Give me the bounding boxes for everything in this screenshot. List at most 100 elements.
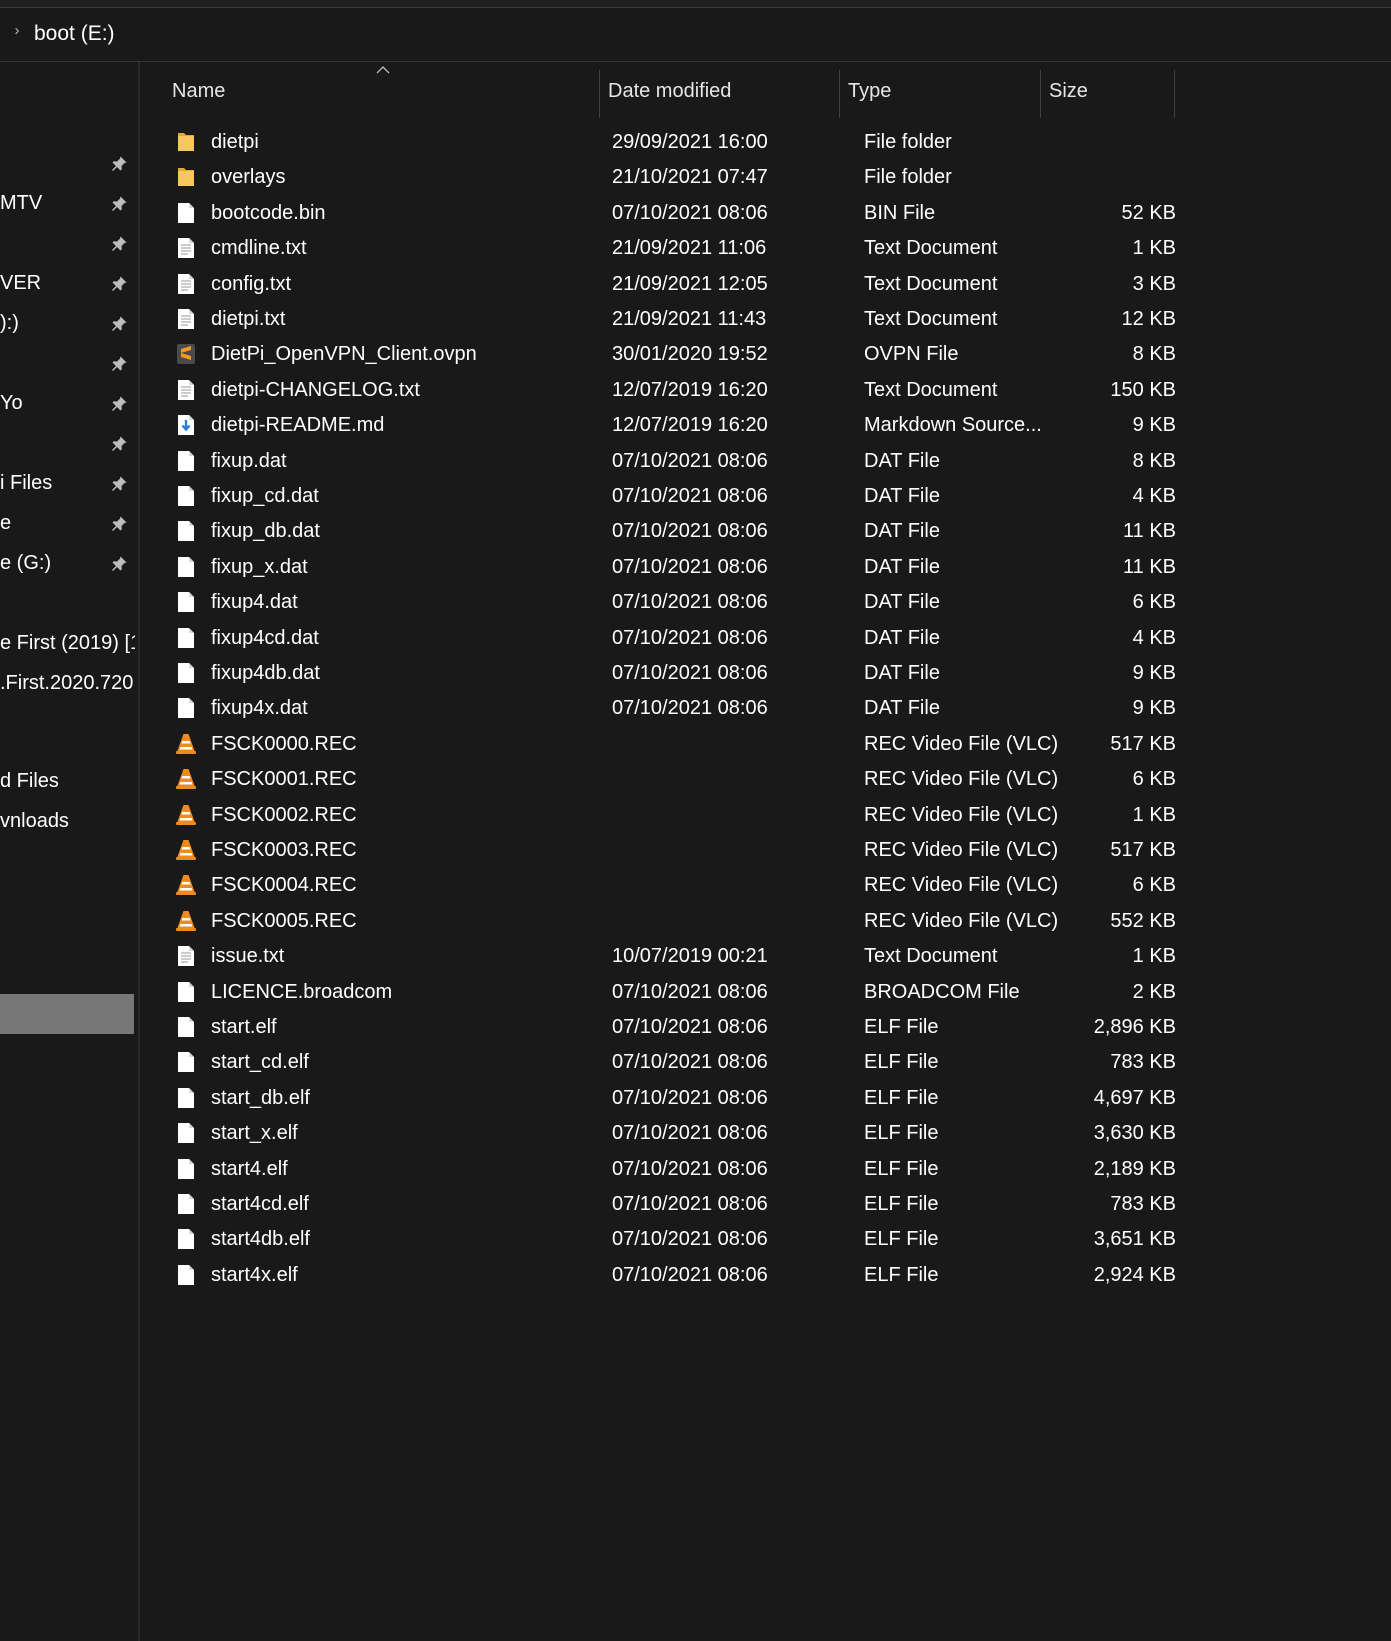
file-size: 783 KB [1110, 1193, 1176, 1215]
sidebar-item[interactable]: ):) [0, 306, 135, 342]
file-row[interactable]: FSCK0004.REC REC Video File (VLC) 6 KB [164, 867, 1176, 904]
column-divider[interactable] [599, 70, 600, 118]
file-row[interactable]: start4x.elf 07/10/2021 08:06 ELF File 2,924… [164, 1257, 1176, 1294]
file-row[interactable]: start4db.elf 07/10/2021 08:06 ELF File 3,65… [164, 1221, 1176, 1258]
sidebar-item[interactable]: VER [0, 266, 135, 302]
file-row[interactable]: fixup_x.dat 07/10/2021 08:06 DAT File 11 KB [164, 549, 1176, 586]
file-row[interactable]: DietPi_OpenVPN_Client.ovpn 30/01/2020 19:… [164, 336, 1176, 373]
pin-icon[interactable] [109, 314, 129, 334]
file-size: 1 KB [1132, 237, 1176, 260]
sidebar-item[interactable] [0, 426, 135, 462]
file-type: DAT File [864, 449, 940, 472]
file-row[interactable]: fixup.dat 07/10/2021 08:06 DAT File 8 KB [164, 443, 1176, 480]
sidebar-item[interactable] [0, 146, 135, 182]
file-icon [174, 1050, 198, 1074]
pin-icon[interactable] [109, 354, 129, 374]
sidebar-item[interactable]: e (G:) [0, 546, 135, 582]
file-row[interactable]: FSCK0002.REC REC Video File (VLC) 1 KB [164, 797, 1176, 834]
pin-icon[interactable] [109, 154, 129, 174]
text-file-icon [174, 944, 198, 968]
sidebar-item[interactable]: e First (2019) [1 [0, 626, 135, 662]
breadcrumb-drive[interactable]: boot (E:) [34, 22, 115, 46]
file-row[interactable]: start_x.elf 07/10/2021 08:06 ELF File 3,630… [164, 1115, 1176, 1152]
column-divider[interactable] [1040, 70, 1041, 118]
file-date-modified: 29/09/2021 16:00 [612, 131, 768, 153]
file-row[interactable]: LICENCE.broadcom 07/10/2021 08:06 BROADCOM… [164, 974, 1176, 1011]
file-row[interactable]: start4cd.elf 07/10/2021 08:06 ELF File 783 … [164, 1186, 1176, 1223]
file-row[interactable]: start.elf 07/10/2021 08:06 ELF File 2,896 K… [164, 1009, 1176, 1046]
file-date-modified: 21/09/2021 11:06 [612, 237, 767, 260]
file-row[interactable]: dietpi 29/09/2021 16:00 File folder [164, 124, 1164, 161]
file-row[interactable]: dietpi.txt 21/09/2021 11:43 Text Document 1… [164, 301, 1176, 338]
file-row[interactable]: fixup_cd.dat 07/10/2021 08:06 DAT File 4 KB [164, 478, 1176, 515]
file-name: overlays [211, 166, 286, 189]
column-header-type[interactable]: Type [848, 80, 891, 103]
file-row[interactable]: start_db.elf 07/10/2021 08:06 ELF File 4,69… [164, 1080, 1176, 1117]
file-row[interactable]: issue.txt 10/07/2019 00:21 Text Document 1 … [164, 938, 1176, 975]
sidebar-selected-item[interactable] [0, 994, 134, 1034]
column-header-name[interactable]: Name [172, 80, 225, 103]
column-divider[interactable] [839, 70, 840, 118]
column-header-date[interactable]: Date modified [608, 80, 731, 103]
file-type: OVPN File [864, 343, 959, 366]
pin-icon[interactable] [109, 234, 129, 254]
file-row[interactable]: dietpi-README.md 12/07/2019 16:20 Markdown… [164, 407, 1176, 444]
file-icon [174, 1263, 198, 1287]
file-row[interactable]: start_cd.elf 07/10/2021 08:06 ELF File 783 … [164, 1044, 1176, 1081]
file-size: 12 KB [1121, 308, 1176, 330]
file-name: start_cd.elf [211, 1051, 309, 1074]
sidebar-item[interactable]: .First.2020.720 [0, 666, 135, 702]
pin-icon[interactable] [109, 394, 129, 414]
file-type: Markdown Source... [864, 414, 1042, 437]
sidebar-item[interactable]: vnloads [0, 804, 135, 840]
file-name: start_db.elf [211, 1086, 310, 1109]
pin-icon[interactable] [109, 274, 129, 294]
pin-icon[interactable] [109, 434, 129, 454]
file-size: 3,630 KB [1093, 1122, 1176, 1145]
file-date-modified: 30/01/2020 19:52 [612, 343, 768, 366]
file-date-modified: 07/10/2021 08:06 [612, 1086, 768, 1109]
address-bar[interactable]: › boot (E:) [0, 8, 1391, 62]
sort-ascending-icon [376, 66, 390, 74]
file-row[interactable]: start4.elf 07/10/2021 08:06 ELF File 2,189 … [164, 1151, 1176, 1188]
file-row[interactable]: fixup4cd.dat 07/10/2021 08:06 DAT File 4 KB [164, 620, 1176, 657]
file-size: 517 KB [1110, 839, 1176, 861]
file-size: 517 KB [1110, 732, 1176, 755]
file-row[interactable]: FSCK0001.REC REC Video File (VLC) 6 KB [164, 761, 1176, 798]
file-icon [174, 1157, 198, 1181]
sidebar-item[interactable] [0, 346, 135, 382]
pin-icon[interactable] [109, 194, 129, 214]
file-type: ELF File [864, 1122, 939, 1145]
file-row[interactable]: fixup4.dat 07/10/2021 08:06 DAT File 6 KB [164, 584, 1176, 621]
file-row[interactable]: config.txt 21/09/2021 12:05 Text Document 3… [164, 266, 1176, 303]
pin-icon[interactable] [109, 474, 129, 494]
sidebar-item[interactable]: d Files [0, 764, 135, 800]
sidebar-item[interactable]: e [0, 506, 135, 542]
file-size: 6 KB [1132, 591, 1176, 614]
file-row[interactable]: fixup4x.dat 07/10/2021 08:06 DAT File 9 KB [164, 690, 1176, 727]
column-header-size[interactable]: Size [1049, 80, 1088, 103]
file-type: ELF File [864, 1086, 939, 1109]
file-row[interactable]: dietpi-CHANGELOG.txt 12/07/2019 16:20 Text… [164, 372, 1176, 409]
pin-icon[interactable] [109, 554, 129, 574]
file-size: 4,697 KB [1093, 1086, 1176, 1109]
file-row[interactable]: fixup_db.dat 07/10/2021 08:06 DAT File 11 K… [164, 513, 1176, 550]
sidebar-item[interactable] [0, 226, 135, 262]
pin-icon[interactable] [109, 514, 129, 534]
file-row[interactable]: overlays 21/10/2021 07:47 File folder [164, 159, 1164, 196]
sidebar-item[interactable]: MTV [0, 186, 135, 222]
file-row[interactable]: bootcode.bin 07/10/2021 08:06 BIN File 52 K… [164, 195, 1176, 232]
chevron-right-icon[interactable]: › [9, 23, 25, 39]
file-row[interactable]: FSCK0005.REC REC Video File (VLC) 552 KB [164, 903, 1176, 940]
file-row[interactable]: fixup4db.dat 07/10/2021 08:06 DAT File 9 KB [164, 655, 1176, 692]
file-row[interactable]: FSCK0000.REC REC Video File (VLC) 517 KB [164, 726, 1176, 763]
file-row[interactable]: cmdline.txt 21/09/2021 11:06 Text Document… [164, 230, 1176, 267]
file-name: FSCK0005.REC [211, 909, 357, 932]
sidebar-item[interactable]: i Files [0, 466, 135, 502]
column-divider[interactable] [1174, 70, 1175, 118]
sidebar-item[interactable]: Yo [0, 386, 135, 422]
file-size: 9 KB [1132, 697, 1176, 720]
file-name: DietPi_OpenVPN_Client.ovpn [211, 343, 477, 366]
file-date-modified: 07/10/2021 08:06 [612, 662, 768, 684]
file-row[interactable]: FSCK0003.REC REC Video File (VLC) 517 KB [164, 832, 1176, 869]
